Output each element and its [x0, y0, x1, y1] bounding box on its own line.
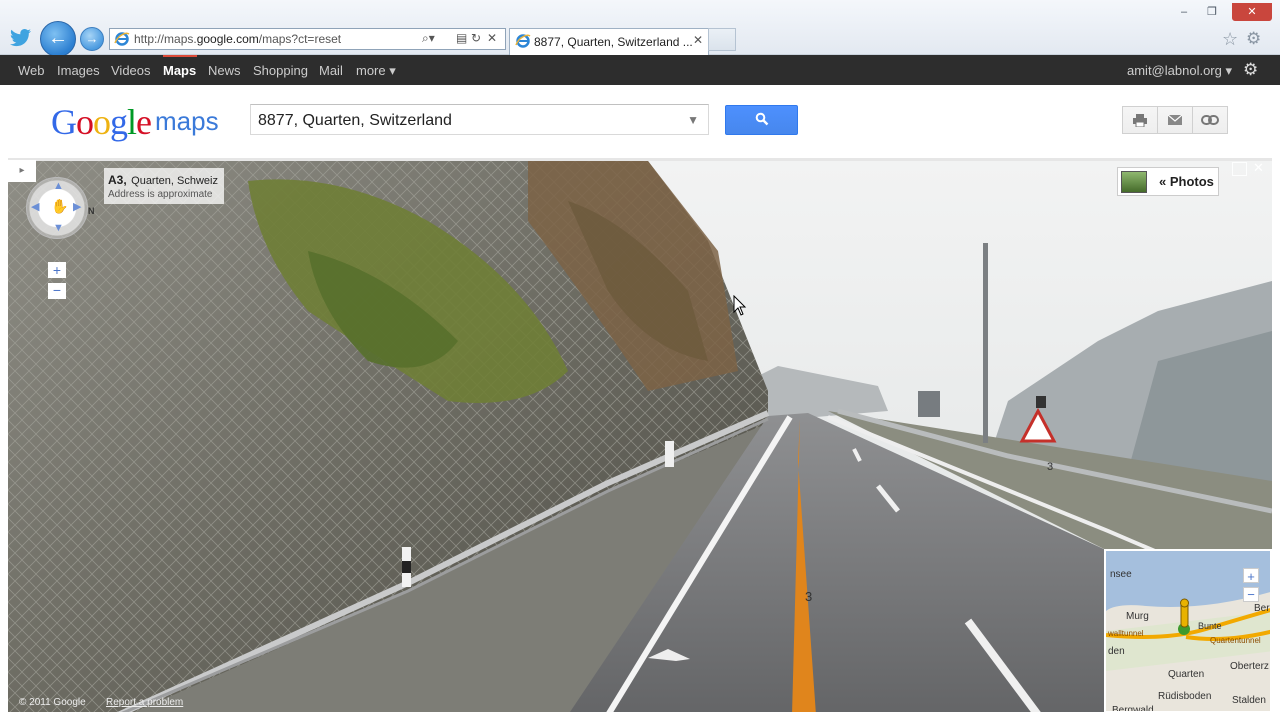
road-sign-number: 3	[1047, 461, 1054, 473]
mm-label-quartentunnel: Quartentunnel	[1210, 636, 1261, 645]
mm-label-oberterz: Oberterz	[1230, 661, 1269, 672]
search-button[interactable]	[725, 105, 798, 135]
pan-down-icon[interactable]: ▼	[53, 222, 64, 234]
mm-label-bergwald: Bergwald	[1112, 705, 1154, 713]
mm-label-stalden: Stalden	[1232, 695, 1266, 706]
mm-label-den: den	[1108, 646, 1125, 657]
pan-control[interactable]: ▲ ▼ ◀ ▶ ✋	[26, 177, 88, 239]
zoom-control: + −	[48, 262, 66, 300]
tab-title: 8877, Quarten, Switzerland ...	[534, 35, 693, 49]
mini-map[interactable]: nsee Murg Bunte Quartentunnel walltunnel…	[1104, 549, 1272, 713]
refresh-icon[interactable]: ↻	[471, 31, 481, 45]
gbar-videos[interactable]: Videos	[111, 63, 151, 78]
gbar-news[interactable]: News	[208, 63, 241, 78]
copyright-text: © 2011 Google	[19, 697, 86, 708]
hand-icon: ✋	[51, 198, 69, 214]
street-view-image	[8, 161, 1272, 712]
settings-gear-icon[interactable]: ⚙	[1243, 60, 1258, 80]
mm-label-bunte: Bunte	[1198, 621, 1222, 631]
logo-google: Google	[51, 102, 152, 142]
close-street-view-icon[interactable]: ✕	[1253, 160, 1264, 176]
address-place: Quarten, Schweiz	[131, 175, 218, 187]
search-dropdown-icon[interactable]: ▼	[687, 113, 699, 127]
photos-button[interactable]: « Photos	[1117, 167, 1219, 196]
gbar-images[interactable]: Images	[57, 63, 100, 78]
active-tab-indicator	[163, 55, 197, 57]
new-tab-button[interactable]	[708, 28, 736, 51]
search-icon[interactable]: ⌕▾	[422, 31, 435, 46]
browser-tab[interactable]: 8877, Quarten, Switzerland ... ✕	[509, 28, 709, 55]
print-button[interactable]	[1122, 106, 1158, 134]
close-window-button[interactable]: ✕	[1232, 3, 1272, 21]
browser-chrome: – ❐ ✕ ← → http://maps.google.com/maps?ct…	[0, 0, 1280, 57]
compass-north-label: N	[88, 206, 95, 216]
zoom-in-button[interactable]: +	[48, 262, 66, 278]
back-button[interactable]: ←	[40, 21, 76, 57]
minimize-button[interactable]: –	[1171, 3, 1197, 21]
email-button[interactable]	[1157, 106, 1193, 134]
maximize-button[interactable]: ❐	[1199, 3, 1225, 21]
pan-up-icon[interactable]: ▲	[53, 180, 64, 192]
pan-left-icon[interactable]: ◀	[31, 200, 39, 213]
minimap-zoom-out-button[interactable]: −	[1243, 587, 1259, 602]
search-input[interactable]: 8877, Quarten, Switzerland ▼	[250, 104, 709, 135]
tools-gear-icon[interactable]: ⚙	[1246, 29, 1261, 49]
zoom-out-button[interactable]: −	[48, 283, 66, 299]
mm-label-ber: Ber	[1254, 603, 1270, 614]
ie-icon	[114, 32, 130, 46]
gbar-mail[interactable]: Mail	[319, 63, 343, 78]
gbar-shopping[interactable]: Shopping	[253, 63, 308, 78]
url-text: http://maps.google.com/maps?ct=reset	[134, 32, 342, 46]
gbar-more[interactable]: more ▾	[356, 63, 396, 79]
street-view-address: A3, Quarten, Schweiz Address is approxim…	[104, 168, 224, 204]
favorites-star-icon[interactable]: ☆	[1222, 29, 1238, 50]
mm-label-walltunnel: walltunnel	[1108, 629, 1144, 638]
photos-label: « Photos	[1159, 174, 1214, 189]
forward-button[interactable]: →	[80, 27, 104, 51]
ie-icon	[515, 34, 531, 48]
mm-label-nsee: nsee	[1110, 569, 1132, 580]
pan-right-icon[interactable]: ▶	[73, 200, 81, 213]
maps-header: Google maps 8877, Quarten, Switzerland ▼	[0, 85, 1280, 158]
tab-close-icon[interactable]: ✕	[693, 33, 703, 47]
link-button[interactable]	[1192, 106, 1228, 134]
report-problem-link[interactable]: Report a problem	[106, 697, 183, 708]
logo-maps: maps	[155, 106, 219, 136]
gbar-web[interactable]: Web	[18, 63, 45, 78]
street-view-panorama[interactable]	[8, 158, 1272, 712]
address-road: A3,	[108, 173, 127, 187]
address-bar[interactable]: http://maps.google.com/maps?ct=reset ⌕▾ …	[109, 28, 506, 50]
road-number-marking: 3	[805, 589, 813, 604]
google-maps-logo[interactable]: Google maps	[51, 101, 219, 142]
stop-icon[interactable]: ✕	[487, 31, 497, 45]
minimap-zoom-in-button[interactable]: +	[1243, 568, 1259, 584]
mm-label-quarten: Quarten	[1168, 669, 1205, 680]
account-menu[interactable]: amit@labnol.org ▾	[1127, 63, 1232, 79]
google-bar: Web Images Videos Maps News Shopping Mai…	[0, 55, 1280, 85]
search-icon	[755, 112, 769, 129]
twitter-bird-icon[interactable]	[10, 28, 32, 48]
gbar-maps[interactable]: Maps	[163, 63, 196, 78]
address-approx-note: Address is approximate	[108, 189, 213, 200]
panel-toggle-button[interactable]: ▸	[8, 160, 36, 182]
photos-thumbnail	[1121, 171, 1147, 193]
mm-label-ruedisboden: Rüdisboden	[1158, 691, 1212, 702]
mouse-cursor-icon	[733, 295, 747, 316]
fullscreen-icon[interactable]	[1232, 162, 1247, 176]
mm-label-murg: Murg	[1126, 611, 1149, 622]
search-value: 8877, Quarten, Switzerland	[258, 112, 452, 129]
compat-view-icon[interactable]: ▤	[456, 31, 467, 45]
